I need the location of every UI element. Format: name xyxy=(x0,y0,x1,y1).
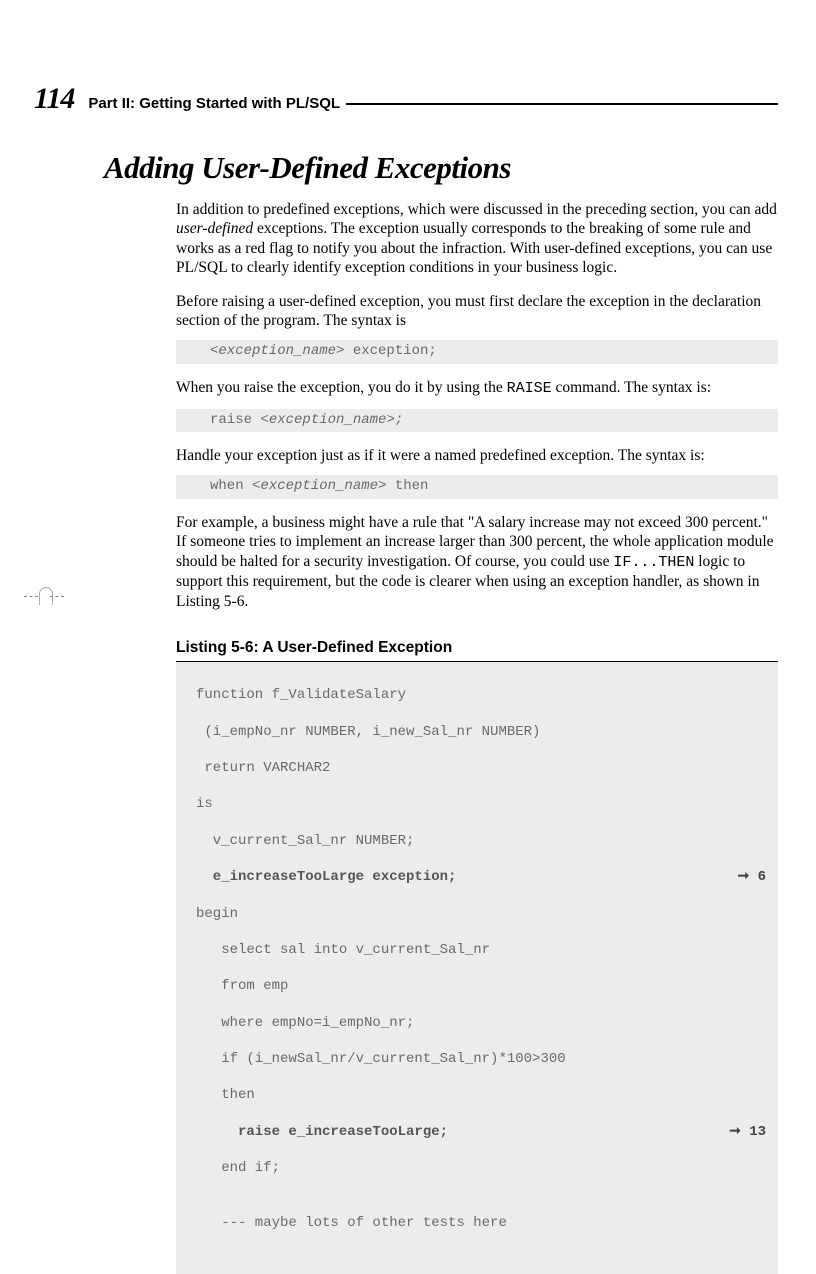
code-placeholder: <exception_name>; xyxy=(260,412,403,428)
code-line: begin xyxy=(196,905,770,923)
code-line: then xyxy=(196,1086,770,1104)
code-text: when xyxy=(210,478,252,494)
syntax-raise-exception: raise <exception_name>; xyxy=(176,409,778,433)
syntax-declare-exception: <exception_name> exception; xyxy=(176,340,778,364)
code-placeholder: <exception_name> xyxy=(210,343,344,359)
line-annotation-13: ➞ 13 xyxy=(729,1123,766,1141)
syntax-when-exception: when <exception_name> then xyxy=(176,475,778,499)
text: When you raise the exception, you do it … xyxy=(176,379,507,396)
code-line: raise e_increaseTooLarge; ➞ 13 xyxy=(196,1123,770,1141)
text: command. The syntax is: xyxy=(552,379,711,396)
paragraph-4: Handle your exception just as if it were… xyxy=(176,446,778,465)
page-header: 114 Part II: Getting Started with PL/SQL xyxy=(34,82,778,116)
inline-code: RAISE xyxy=(507,380,552,397)
listing-title: Listing 5-6: A User-Defined Exception xyxy=(176,639,778,657)
line-annotation-6: ➞ 6 xyxy=(737,868,766,886)
code-line: from emp xyxy=(196,977,770,995)
code-text: then xyxy=(386,478,428,494)
code-line: --- maybe lots of other tests here xyxy=(196,1214,770,1232)
header-rule xyxy=(346,102,778,105)
code-text: raise xyxy=(210,412,260,428)
paragraph-3: When you raise the exception, you do it … xyxy=(176,378,778,399)
code-placeholder: <exception_name> xyxy=(252,478,386,494)
code-line: is xyxy=(196,795,770,813)
page: 114 Part II: Getting Started with PL/SQL… xyxy=(0,0,816,1123)
code-line: function f_ValidateSalary xyxy=(196,686,770,704)
bold-code: e_increaseTooLarge exception; xyxy=(196,869,456,885)
code-line: select sal into v_current_Sal_nr xyxy=(196,941,770,959)
code-line: if (i_newSal_nr/v_current_Sal_nr)*100>30… xyxy=(196,1050,770,1068)
code-text: exception; xyxy=(344,343,436,359)
inline-code: IF...THEN xyxy=(613,554,694,571)
code-line: v_current_Sal_nr NUMBER; xyxy=(196,832,770,850)
text: exceptions. The exception usually corres… xyxy=(176,220,772,276)
section-heading: Adding User-Defined Exceptions xyxy=(104,150,778,186)
code-line: end if; xyxy=(196,1159,770,1177)
part-title: Part II: Getting Started with PL/SQL xyxy=(88,95,340,112)
code-line: where empNo=i_empNo_nr; xyxy=(196,1014,770,1032)
code-listing-5-6: function f_ValidateSalary (i_empNo_nr NU… xyxy=(176,661,778,1274)
code-line: (i_empNo_nr NUMBER, i_new_Sal_nr NUMBER) xyxy=(196,723,770,741)
code-line: return VARCHAR2 xyxy=(196,759,770,777)
paragraph-5: For example, a business might have a rul… xyxy=(176,513,778,611)
code-line: e_increaseTooLarge exception; ➞ 6 xyxy=(196,868,770,886)
text: In addition to predefined exceptions, wh… xyxy=(176,201,777,218)
italic-term: user-defined xyxy=(176,220,253,237)
paragraph-1: In addition to predefined exceptions, wh… xyxy=(176,200,778,278)
bold-code: raise e_increaseTooLarge; xyxy=(196,1124,448,1140)
scissor-cut-icon xyxy=(26,587,62,605)
content-column: Adding User-Defined Exceptions In additi… xyxy=(176,150,778,1274)
paragraph-2: Before raising a user-defined exception,… xyxy=(176,292,778,331)
page-number: 114 xyxy=(34,82,74,116)
